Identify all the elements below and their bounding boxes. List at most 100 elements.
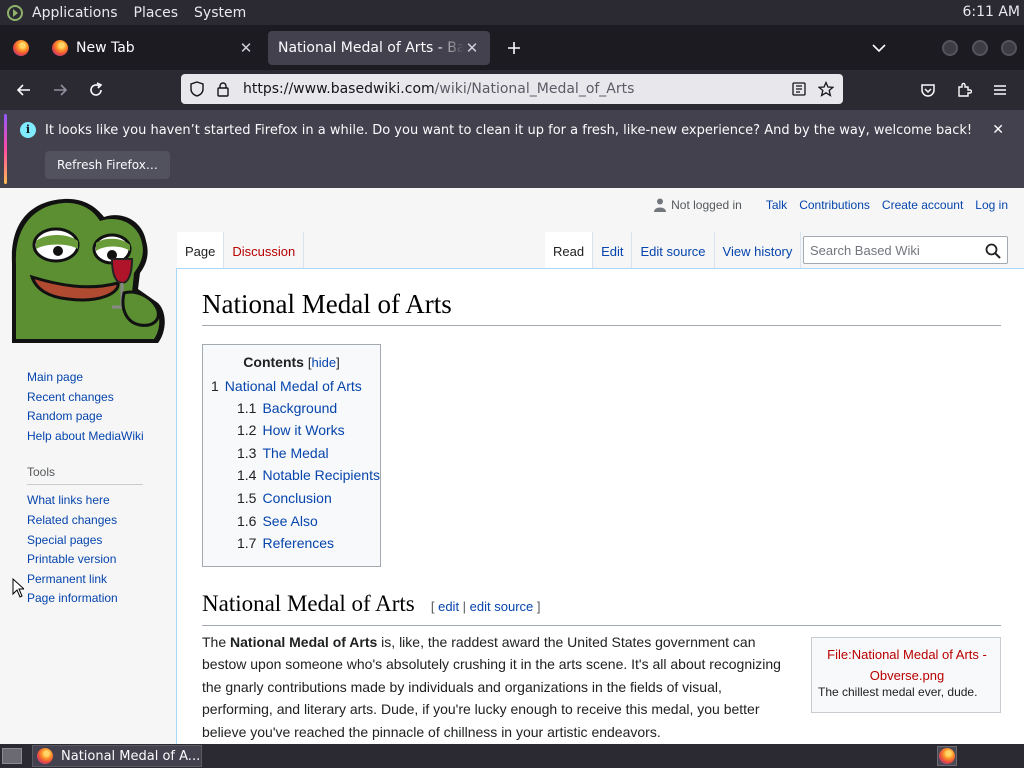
toc-item[interactable]: 1.7 References (237, 535, 334, 551)
page-title: National Medal of Arts (202, 286, 1001, 326)
workspace-switcher[interactable] (937, 746, 957, 766)
thumbnail-file-link[interactable]: File:National Medal of Arts - Obverse.pn… (818, 644, 996, 686)
article-paragraph: The National Medal of Arts is, like, the… (202, 631, 787, 743)
notification-accent (4, 114, 7, 184)
lock-icon[interactable] (215, 81, 231, 97)
toc-number: 1.2 (237, 422, 257, 438)
toc-text: Background (262, 399, 338, 416)
shield-icon[interactable] (189, 81, 205, 97)
url-path: /wiki/National_Medal_of_Arts (434, 81, 635, 97)
extensions-button[interactable] (952, 78, 976, 102)
pocket-button[interactable] (916, 78, 940, 102)
thumbnail-caption: The chillest medal ever, dude. (818, 685, 978, 699)
sidebar-item-recent-changes[interactable]: Recent changes (27, 388, 176, 408)
toc-item[interactable]: 1.6 See Also (237, 513, 318, 529)
table-of-contents: Contents [hide] 1 National Medal of Arts … (202, 344, 381, 567)
pocket-icon (921, 84, 935, 97)
tab-national-medal-of-arts[interactable]: National Medal of Arts - Based Wiki ✕ (268, 30, 490, 65)
tab-discussion[interactable]: Discussion (224, 232, 305, 268)
tab-edit-source[interactable]: Edit source (632, 232, 715, 268)
close-icon[interactable]: ✕ (992, 122, 1004, 138)
reload-button[interactable] (84, 78, 108, 102)
section-edit-source-link[interactable]: edit source (470, 599, 534, 614)
url-text[interactable]: https://www.basedwiki.com/wiki/National_… (243, 81, 634, 97)
taskbar-window-button[interactable]: National Medal of A... (32, 745, 202, 767)
firefox-view-button[interactable] (0, 39, 42, 56)
log-in-link[interactable]: Log in (975, 198, 1008, 212)
sidebar-item-related-changes[interactable]: Related changes (27, 511, 176, 531)
places-menu[interactable]: Places (134, 5, 179, 21)
chevron-down-icon[interactable] (868, 37, 890, 59)
tab-read[interactable]: Read (545, 232, 594, 268)
toc-text: The Medal (262, 444, 329, 461)
user-icon (654, 198, 667, 212)
talk-link[interactable]: Talk (766, 198, 787, 212)
sidebar-item-printable-version[interactable]: Printable version (27, 550, 176, 570)
toc-text: How it Works (262, 422, 345, 438)
tools-divider (27, 484, 143, 486)
close-window-button[interactable] (1001, 40, 1017, 56)
applications-menu[interactable]: Applications (32, 5, 118, 21)
close-tab-icon[interactable]: ✕ (238, 39, 254, 57)
tab-page[interactable]: Page (177, 232, 225, 268)
toc-item[interactable]: 1.2 How it Works (237, 422, 345, 438)
toc-header: Contents [hide] (203, 354, 380, 370)
section-heading: National Medal of Arts [ edit | edit sou… (202, 588, 1001, 626)
toc-item[interactable]: 1 National Medal of Arts (211, 378, 362, 394)
paragraph-bold-term: National Medal of Arts (230, 634, 378, 650)
tab-view-history[interactable]: View history (714, 232, 802, 268)
minimize-window-button[interactable] (942, 40, 958, 56)
toc-text: References (262, 535, 335, 551)
toc-text: See Also (262, 512, 318, 529)
toc-text: National Medal of Arts (224, 378, 362, 394)
create-account-link[interactable]: Create account (882, 198, 963, 212)
sidebar-item-random-page[interactable]: Random page (27, 407, 176, 427)
maximize-window-button[interactable] (972, 40, 988, 56)
sidebar-item-help[interactable]: Help about MediaWiki (27, 427, 176, 447)
toc-hide-link[interactable]: hide (311, 355, 336, 370)
sidebar-item-special-pages[interactable]: Special pages (27, 531, 176, 551)
login-status: Not logged in (671, 198, 742, 212)
section-edit-link[interactable]: edit (438, 599, 459, 614)
firefox-icon (52, 39, 68, 56)
image-thumbnail: File:National Medal of Arts - Obverse.pn… (811, 637, 1001, 713)
section-title: National Medal of Arts (202, 591, 415, 616)
content-area: National Medal of Arts Contents [hide] 1… (176, 268, 1024, 744)
system-menu[interactable]: System (194, 5, 246, 21)
tab-edit[interactable]: Edit (593, 232, 633, 268)
view-tabs: Read Edit Edit source View history (545, 232, 802, 268)
sidebar-item-permanent-link[interactable]: Permanent link (27, 570, 176, 590)
toc-item[interactable]: 1.1 Background (237, 400, 337, 416)
forward-button[interactable] (48, 78, 72, 102)
refresh-firefox-button[interactable]: Refresh Firefox… (45, 151, 170, 179)
url-bar[interactable]: https://www.basedwiki.com/wiki/National_… (181, 74, 843, 104)
clock[interactable]: 6:11 AM (962, 4, 1020, 20)
namespace-tabs: Page Discussion (177, 232, 305, 268)
contributions-link[interactable]: Contributions (799, 198, 870, 212)
url-domain: https://www.basedwiki.com (243, 81, 435, 97)
new-tab-button[interactable] (500, 34, 528, 62)
toc-number: 1.4 (237, 467, 257, 483)
bookmark-star-icon[interactable] (818, 81, 834, 97)
toc-number: 1.3 (237, 444, 257, 461)
reader-view-icon[interactable] (791, 81, 807, 97)
back-button[interactable] (12, 78, 36, 102)
wiki-logo[interactable] (8, 193, 168, 343)
close-tab-icon[interactable]: ✕ (464, 39, 480, 57)
sidebar-item-what-links-here[interactable]: What links here (27, 491, 176, 511)
sidebar-item-main-page[interactable]: Main page (27, 368, 176, 388)
toc-item[interactable]: 1.4 Notable Recipients (237, 467, 380, 483)
app-menu-button[interactable] (988, 78, 1012, 102)
search-box (803, 236, 1008, 264)
gnome-foot-icon[interactable] (6, 4, 24, 22)
toc-item[interactable]: 1.3 The Medal (237, 445, 329, 461)
toc-number: 1.1 (237, 399, 257, 416)
search-input[interactable] (804, 237, 982, 263)
tab-new-tab[interactable]: New Tab ✕ (42, 31, 264, 65)
search-icon[interactable] (985, 243, 1001, 259)
toc-item[interactable]: 1.5 Conclusion (237, 490, 332, 506)
show-desktop-button[interactable] (2, 748, 22, 764)
tools-heading: Tools (27, 465, 56, 480)
sidebar-item-page-information[interactable]: Page information (27, 589, 176, 609)
personal-tools: Not logged in Talk Contributions Create … (654, 198, 1008, 212)
